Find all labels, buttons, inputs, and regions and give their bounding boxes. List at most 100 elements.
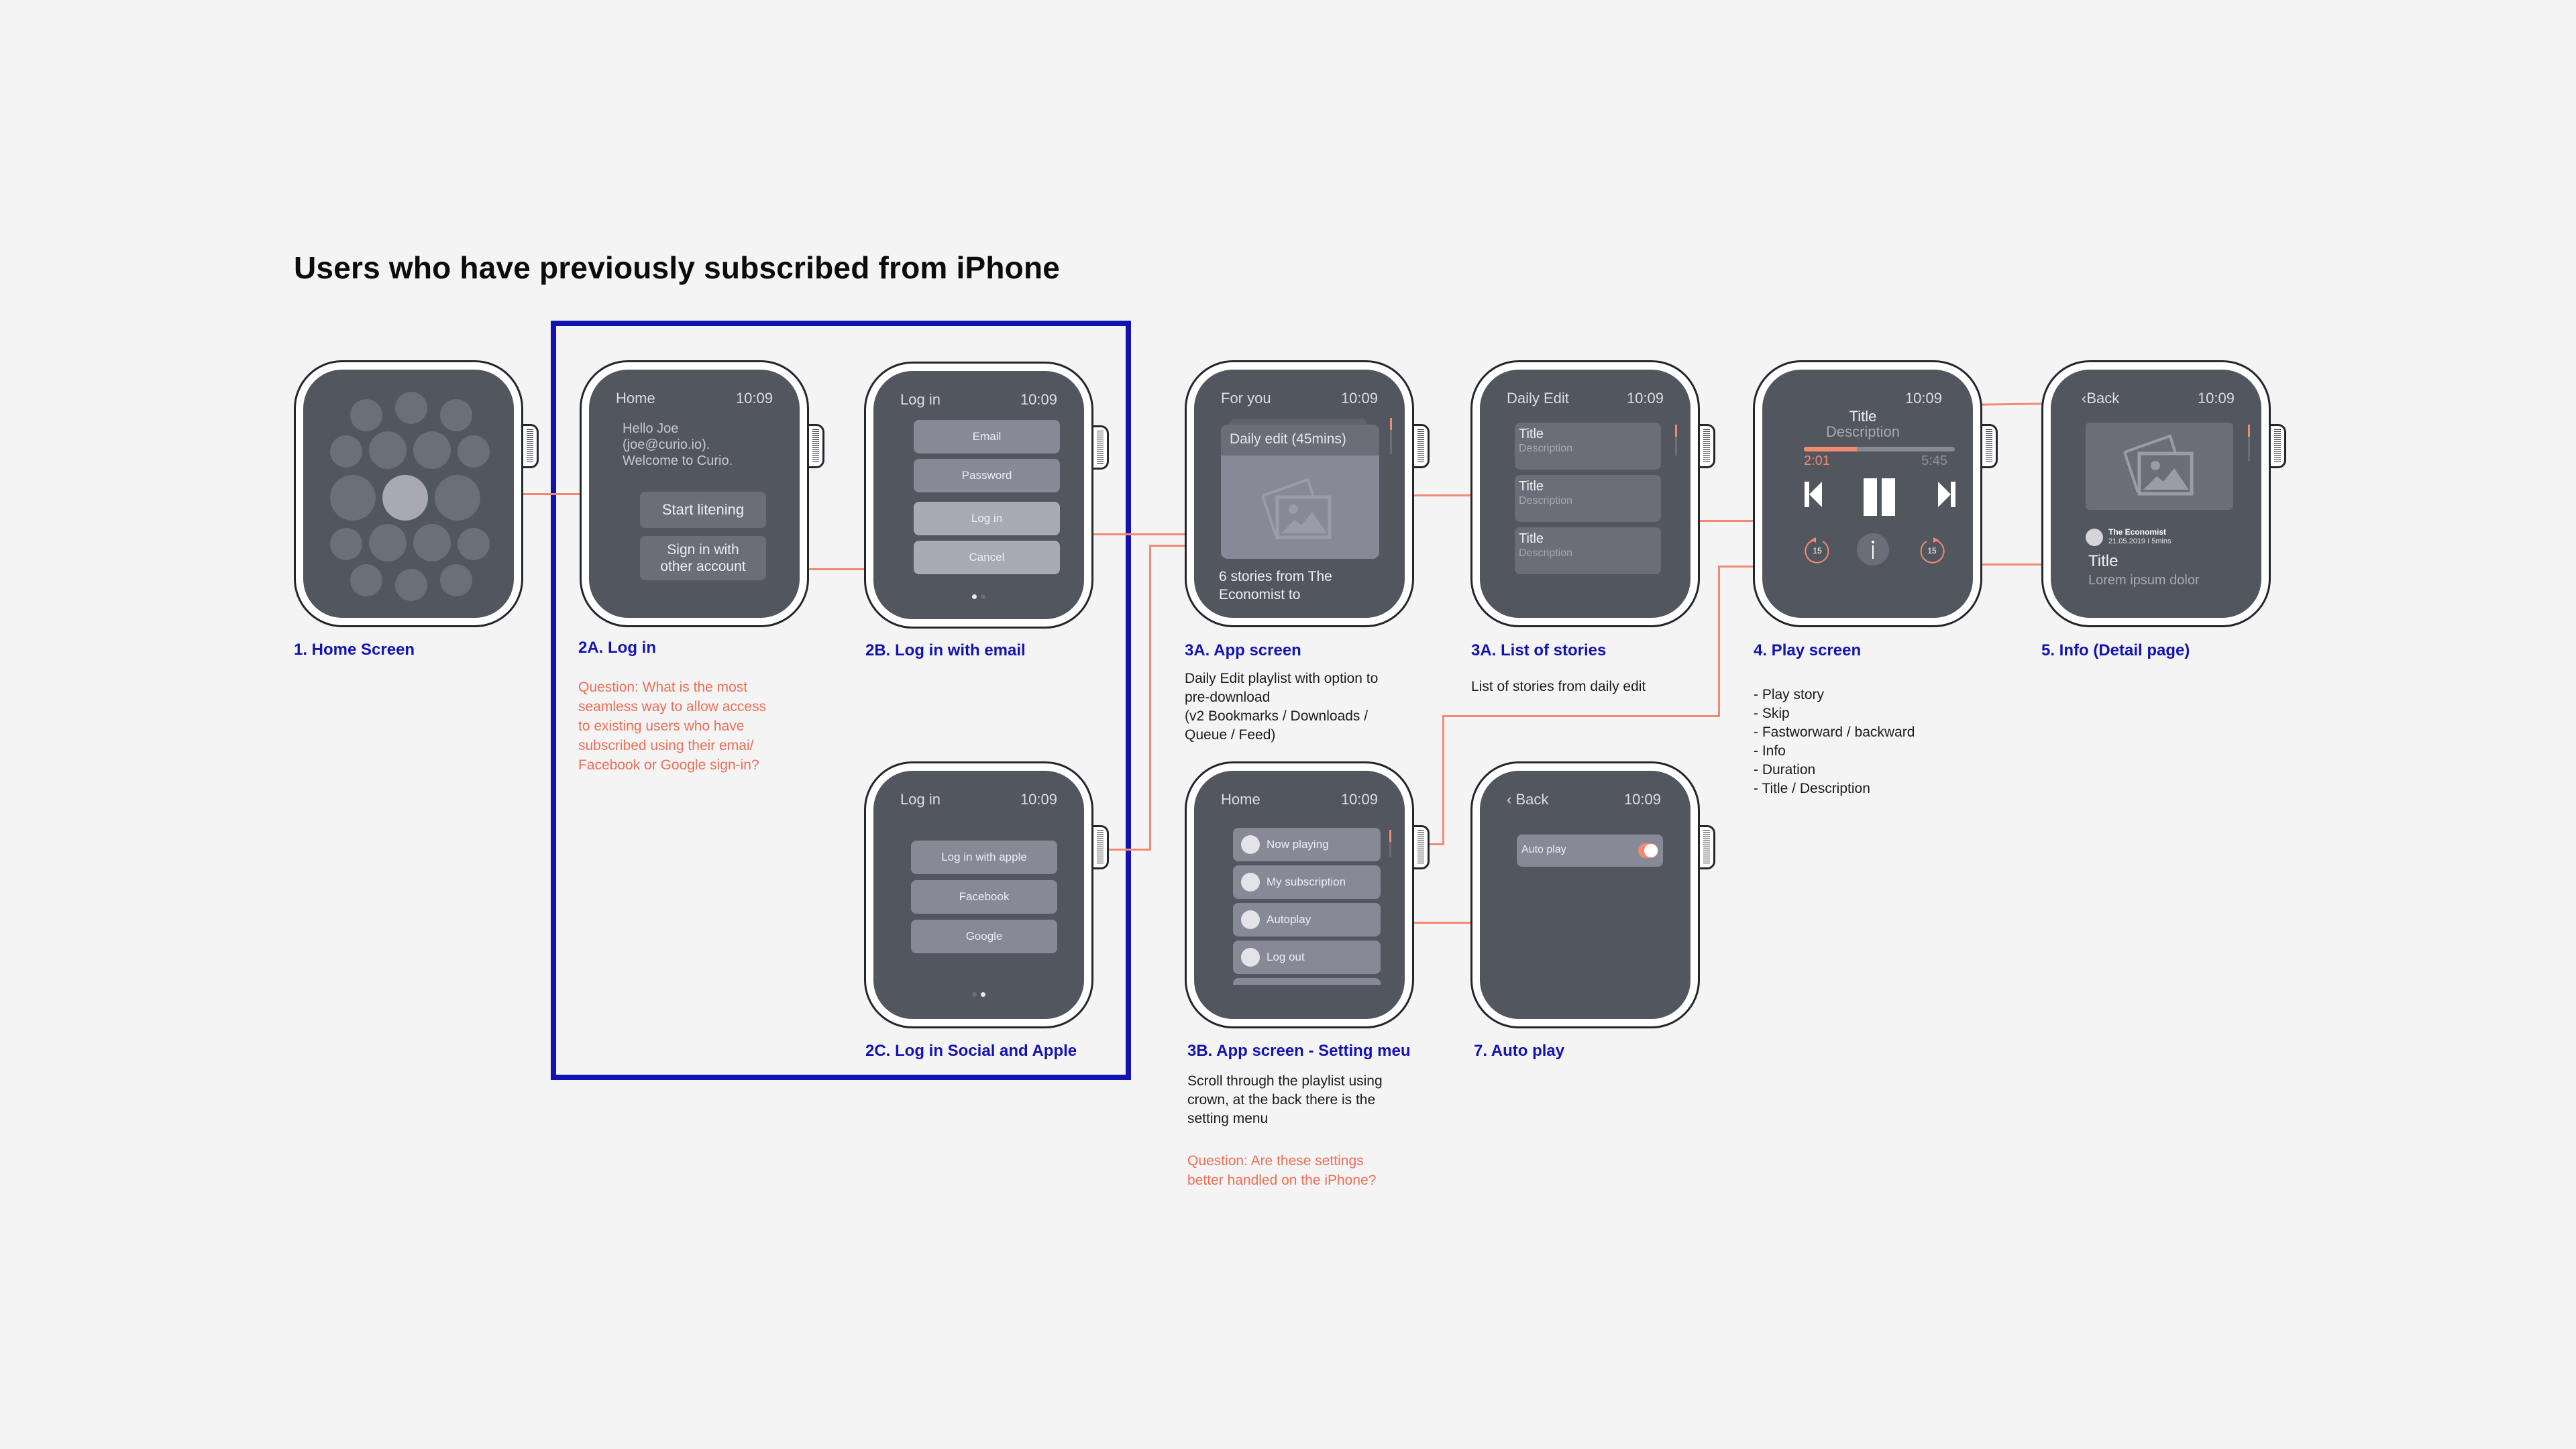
feature-item: - Info <box>1754 743 1786 759</box>
story-item[interactable]: Title Description <box>1515 423 1661 470</box>
rewind-15-button[interactable]: 15 <box>1803 536 1832 566</box>
label-auto-play: 7. Auto play <box>1474 1042 1565 1060</box>
curio-app-icon[interactable] <box>382 475 428 521</box>
question-line: Question: What is the most <box>578 680 748 695</box>
watch-login-social: Log in 10:09 Log in with apple Facebook G… <box>864 761 1109 1028</box>
watch-home-screen <box>294 360 539 627</box>
digital-crown[interactable] <box>523 424 539 468</box>
app-icon[interactable] <box>395 569 427 601</box>
app-icon[interactable] <box>330 475 376 521</box>
email-field[interactable]: Email <box>914 420 1060 453</box>
digital-crown[interactable] <box>1414 825 1430 869</box>
daily-edit-card[interactable]: Daily edit (45mins) <box>1221 425 1379 559</box>
app-icon[interactable] <box>350 564 382 596</box>
password-field[interactable]: Password <box>914 459 1060 492</box>
page-title: Users who have previously subscribed fro… <box>294 250 1061 285</box>
label-info-detail: 5. Info (Detail page) <box>2041 641 2190 659</box>
app-icon[interactable] <box>440 564 472 596</box>
home-screen-app-grid <box>303 370 514 618</box>
progress-bar[interactable] <box>1804 447 1955 451</box>
scroll-indicator[interactable] <box>2248 425 2250 461</box>
digital-crown[interactable] <box>1700 825 1715 869</box>
digital-crown[interactable] <box>1414 424 1430 468</box>
scroll-indicator[interactable] <box>1675 425 1677 455</box>
app-icon[interactable] <box>330 435 362 468</box>
menu-item-log-out[interactable]: Log out <box>1233 941 1381 974</box>
story-meta: 21.05.2019 I 5mins <box>2108 537 2171 545</box>
menu-item-now-playing[interactable]: Now playing <box>1233 828 1381 861</box>
app-icon[interactable] <box>458 435 490 468</box>
app-icon[interactable] <box>413 431 451 469</box>
back-button[interactable]: ‹ Back <box>1507 791 1548 808</box>
caption-line: 6 stories from The <box>1219 569 1332 584</box>
app-icon[interactable] <box>395 392 427 424</box>
menu-item-label: Now playing <box>1267 838 1329 851</box>
button-label: Sign in with <box>667 542 739 557</box>
story-title: Title <box>2088 552 2118 570</box>
google-login-button[interactable]: Google <box>911 920 1057 953</box>
scroll-indicator[interactable] <box>1390 418 1392 454</box>
back-label: Back <box>1515 791 1549 808</box>
back-label: Back <box>2086 390 2120 407</box>
story-body: Lorem ipsum dolor <box>2088 573 2200 588</box>
menu-item-label: My subscription <box>1267 875 1346 888</box>
track-description: Description <box>1825 423 1900 440</box>
app-icon[interactable] <box>350 399 382 431</box>
cancel-button[interactable]: Cancel <box>914 541 1060 574</box>
skip-back-icon[interactable] <box>1805 482 1822 507</box>
story-image <box>2086 423 2233 510</box>
app-icon[interactable] <box>435 475 480 521</box>
clock: 10:09 <box>1020 391 1057 408</box>
digital-crown[interactable] <box>1982 424 1998 468</box>
story-description: Description <box>1519 443 1573 454</box>
login-with-apple-button[interactable]: Log in with apple <box>911 841 1057 874</box>
total-duration: 5:45 <box>1921 453 1947 468</box>
feature-item: - Fastworward / backward <box>1754 724 1915 740</box>
app-icon[interactable] <box>440 399 472 431</box>
label-login-email: 2B. Log in with email <box>865 641 1026 659</box>
elapsed-time: 2:01 <box>1804 453 1830 468</box>
scroll-indicator[interactable] <box>1389 830 1391 857</box>
login-button[interactable]: Log in <box>914 502 1060 535</box>
skip-forward-icon[interactable] <box>1938 482 1955 507</box>
auto-play-toggle[interactable] <box>1638 843 1658 858</box>
story-item[interactable]: Title Description <box>1515 475 1661 522</box>
app-icon[interactable] <box>369 524 407 561</box>
caption-line: Economist to <box>1219 587 1301 602</box>
facebook-login-button[interactable]: Facebook <box>911 880 1057 914</box>
pause-icon[interactable] <box>1864 478 1896 516</box>
menu-item-my-subscription[interactable]: My subscription <box>1233 865 1381 899</box>
digital-crown[interactable] <box>809 424 824 468</box>
rewind-seconds: 15 <box>1813 546 1822 555</box>
digital-crown[interactable] <box>1093 825 1109 869</box>
settings-menu-description: Scroll through the playlist using crown,… <box>1187 1072 1383 1128</box>
digital-crown[interactable] <box>1093 425 1109 470</box>
clock: 10:09 <box>735 390 773 407</box>
start-listening-button[interactable]: Start litening <box>640 492 766 528</box>
menu-item-autoplay[interactable]: Autoplay <box>1233 903 1381 936</box>
desc-line: crown, at the back there is the <box>1187 1092 1376 1108</box>
back-button[interactable]: ‹Back <box>2082 390 2119 407</box>
list-of-stories-screen: Daily Edit 10:09 Title Description Title De… <box>1480 370 1690 618</box>
image-placeholder-icon <box>2123 434 2194 496</box>
question-line: to existing users who have <box>578 718 745 734</box>
sign-in-other-account-button[interactable]: Sign in with other account <box>640 536 766 580</box>
app-icon[interactable] <box>369 431 407 469</box>
app-icon[interactable] <box>330 528 362 560</box>
question-line: seamless way to allow access <box>578 699 767 714</box>
info-button[interactable] <box>1857 533 1889 566</box>
source-name: The Economist <box>2108 527 2167 537</box>
story-description: Description <box>1519 547 1573 559</box>
page-dot <box>981 594 985 599</box>
digital-crown[interactable] <box>2271 424 2286 468</box>
clock: 10:09 <box>1020 791 1057 808</box>
digital-crown[interactable] <box>1700 424 1715 468</box>
app-screen: For you 10:09 Daily edit (45mins) 6 stori… <box>1194 370 1405 618</box>
story-item[interactable]: Title Description <box>1515 527 1661 574</box>
feature-item: - Title / Description <box>1754 781 1870 796</box>
app-icon[interactable] <box>458 528 490 560</box>
watch-app-screen: For you 10:09 Daily edit (45mins) 6 stori… <box>1185 360 1430 627</box>
screen-header: Home <box>1221 791 1260 808</box>
forward-15-button[interactable]: 15 <box>1917 536 1947 566</box>
app-icon[interactable] <box>413 524 451 561</box>
